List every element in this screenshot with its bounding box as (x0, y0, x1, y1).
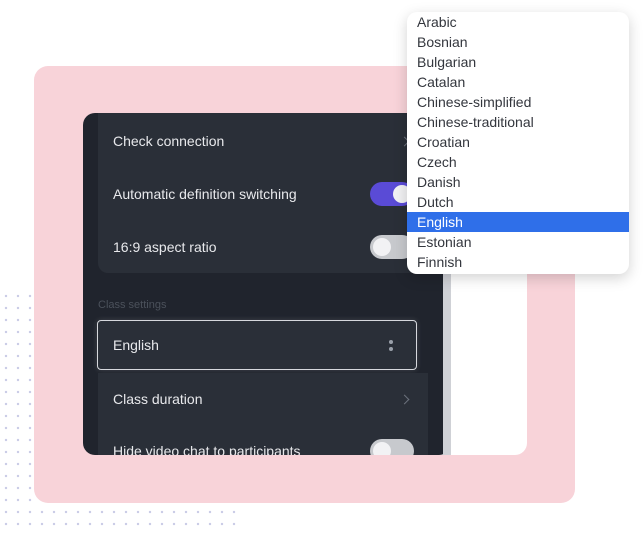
option-arabic[interactable]: Arabic (407, 12, 629, 32)
class-settings-title: Class settings (98, 299, 167, 311)
option-catalan[interactable]: Catalan (407, 72, 629, 92)
settings-panel: Check connection Automatic definition sw… (83, 113, 451, 455)
option-danish[interactable]: Danish (407, 172, 629, 192)
option-croatian[interactable]: Croatian (407, 132, 629, 152)
option-czech[interactable]: Czech (407, 152, 629, 172)
auto-definition-row: Automatic definition switching (113, 168, 428, 220)
select-arrows-icon (388, 340, 394, 352)
class-settings-group: Class duration Hide video chat to partic… (98, 373, 428, 455)
language-select-value: English (113, 337, 159, 353)
class-duration-label: Class duration (113, 391, 203, 407)
option-dutch[interactable]: Dutch (407, 192, 629, 212)
aspect-ratio-row: 16:9 aspect ratio (113, 221, 428, 273)
hide-video-chat-toggle[interactable] (370, 439, 414, 455)
option-finnish[interactable]: Finnish (407, 252, 629, 272)
option-estonian[interactable]: Estonian (407, 232, 629, 252)
option-chinese-simplified[interactable]: Chinese-simplified (407, 92, 629, 112)
check-connection-label: Check connection (113, 133, 225, 149)
language-dropdown: Arabic Bosnian Bulgarian Catalan Chinese… (407, 12, 629, 274)
option-bulgarian[interactable]: Bulgarian (407, 52, 629, 72)
video-settings-group: Check connection Automatic definition sw… (98, 113, 428, 273)
language-select[interactable]: English (97, 320, 417, 370)
class-duration-row[interactable]: Class duration (113, 373, 428, 425)
option-bosnian[interactable]: Bosnian (407, 32, 629, 52)
toggle-knob (373, 442, 391, 455)
check-connection-row[interactable]: Check connection (113, 115, 428, 167)
hide-video-chat-row: Hide video chat to participants (113, 425, 428, 455)
option-chinese-traditional[interactable]: Chinese-traditional (407, 112, 629, 132)
option-english[interactable]: English (407, 212, 629, 232)
toggle-knob (373, 238, 391, 256)
